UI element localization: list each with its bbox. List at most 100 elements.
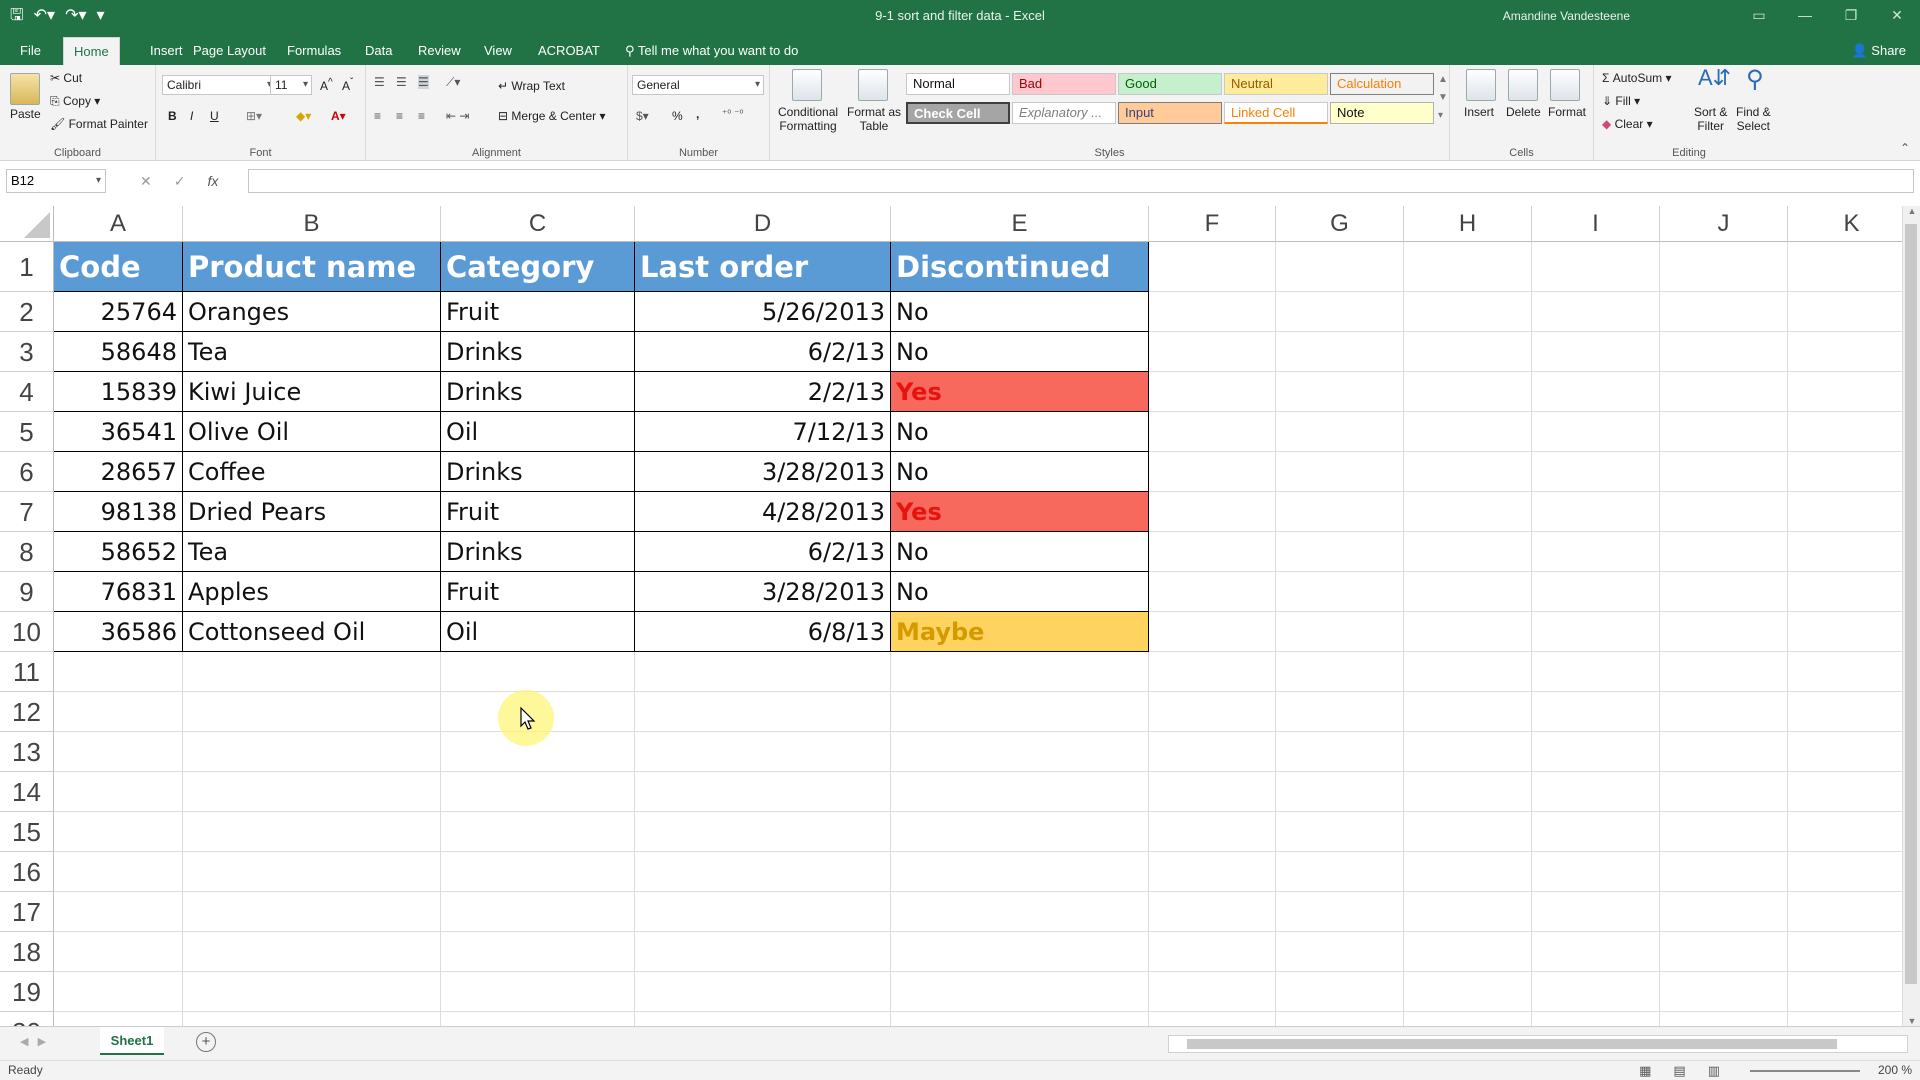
cell-k19[interactable] [1788,972,1916,1012]
cell-f2[interactable] [1149,292,1276,332]
cell-b15[interactable] [183,812,441,852]
cell-i6[interactable] [1532,452,1660,492]
row-header-4[interactable]: 4 [0,372,54,412]
cell-i17[interactable] [1532,892,1660,932]
cell-c11[interactable] [441,652,635,692]
cell-b12[interactable] [183,692,441,732]
cell-a8[interactable]: 58652 [54,532,183,572]
cell-g1[interactable] [1276,242,1404,292]
cell-e5[interactable]: No [891,412,1149,452]
cell-d9[interactable]: 3/28/2013 [635,572,891,612]
zoom-level[interactable]: 200 % [1878,1063,1912,1077]
cell-f20[interactable] [1149,1012,1276,1026]
cell-e10[interactable]: Maybe [891,612,1149,652]
cell-k16[interactable] [1788,852,1916,892]
cell-g19[interactable] [1276,972,1404,1012]
name-box[interactable]: B12 [6,169,106,193]
cell-f4[interactable] [1149,372,1276,412]
middle-align-icon[interactable]: ☰ [396,75,407,89]
cell-f18[interactable] [1149,932,1276,972]
cell-j17[interactable] [1660,892,1788,932]
cell-c16[interactable] [441,852,635,892]
conditional-formatting-button[interactable]: Conditional Formatting [778,105,838,133]
cell-j8[interactable] [1660,532,1788,572]
cell-b13[interactable] [183,732,441,772]
row-header-8[interactable]: 8 [0,532,54,572]
cell-c6[interactable]: Drinks [441,452,635,492]
cell-b20[interactable] [183,1012,441,1026]
top-align-icon[interactable]: ☰ [374,75,385,89]
cell-g13[interactable] [1276,732,1404,772]
cell-j11[interactable] [1660,652,1788,692]
column-header-i[interactable]: I [1532,206,1660,242]
cell-b4[interactable]: Kiwi Juice [183,372,441,412]
cell-f10[interactable] [1149,612,1276,652]
cell-j13[interactable] [1660,732,1788,772]
cell-k18[interactable] [1788,932,1916,972]
cell-k5[interactable] [1788,412,1916,452]
decimal-icons[interactable]: ⁺⁰ ⁻⁰ [722,109,743,120]
cell-k4[interactable] [1788,372,1916,412]
cell-c20[interactable] [441,1012,635,1026]
cell-c8[interactable]: Drinks [441,532,635,572]
cell-g14[interactable] [1276,772,1404,812]
row-header-18[interactable]: 18 [0,932,54,972]
column-header-k[interactable]: K [1788,206,1916,242]
minimize-icon[interactable]: — [1782,0,1828,32]
cell-a3[interactable]: 58648 [54,332,183,372]
cell-h5[interactable] [1404,412,1532,452]
cell-e8[interactable]: No [891,532,1149,572]
cell-f16[interactable] [1149,852,1276,892]
cell-j14[interactable] [1660,772,1788,812]
cell-j9[interactable] [1660,572,1788,612]
cell-e1[interactable]: Discontinued [891,242,1149,292]
cell-j4[interactable] [1660,372,1788,412]
cell-h13[interactable] [1404,732,1532,772]
currency-icon[interactable]: $▾ [636,109,649,123]
align-left-icon[interactable]: ≡ [374,109,381,123]
magnifier-icon[interactable]: ⚲ [1746,65,1764,94]
row-header-17[interactable]: 17 [0,892,54,932]
cell-a15[interactable] [54,812,183,852]
cell-a11[interactable] [54,652,183,692]
cell-k8[interactable] [1788,532,1916,572]
cell-j18[interactable] [1660,932,1788,972]
row-header-1[interactable]: 1 [0,242,54,292]
insert-cells-icon[interactable] [1466,69,1496,101]
cell-f8[interactable] [1149,532,1276,572]
cell-a2[interactable]: 25764 [54,292,183,332]
cell-e18[interactable] [891,932,1149,972]
align-right-icon[interactable]: ≡ [418,109,425,123]
cell-g15[interactable] [1276,812,1404,852]
fill-button[interactable]: ⇓ Fill ▾ [1602,94,1640,108]
styles-scroll-icon[interactable]: ▲ ▼ ▾ [1438,71,1448,125]
cell-i2[interactable] [1532,292,1660,332]
cell-i13[interactable] [1532,732,1660,772]
tab-data[interactable]: Data [355,37,402,65]
percent-button[interactable]: % [672,109,683,123]
cell-j15[interactable] [1660,812,1788,852]
insert-cells-button[interactable]: Insert [1464,105,1494,119]
style-check-cell[interactable]: Check Cell [906,102,1010,124]
grow-font-icon[interactable]: A^ [320,77,333,93]
cell-a10[interactable]: 36586 [54,612,183,652]
tab-view[interactable]: View [474,37,522,65]
column-header-g[interactable]: G [1276,206,1404,242]
cell-a12[interactable] [54,692,183,732]
tab-home[interactable]: Home [63,37,120,65]
cell-h11[interactable] [1404,652,1532,692]
cell-a14[interactable] [54,772,183,812]
cell-j12[interactable] [1660,692,1788,732]
horizontal-scroll-thumb[interactable] [1187,1039,1837,1049]
cell-e20[interactable] [891,1012,1149,1026]
indent-icons[interactable]: ⇤ ⇥ [446,109,469,123]
add-sheet-icon[interactable]: + [196,1032,216,1052]
column-header-b[interactable]: B [183,206,441,242]
column-header-j[interactable]: J [1660,206,1788,242]
bottom-align-icon[interactable]: ☰ [418,75,429,89]
tell-me-box[interactable]: ⚲ Tell me what you want to do [615,37,808,65]
cell-a7[interactable]: 98138 [54,492,183,532]
cell-i11[interactable] [1532,652,1660,692]
cell-d7[interactable]: 4/28/2013 [635,492,891,532]
cell-f1[interactable] [1149,242,1276,292]
